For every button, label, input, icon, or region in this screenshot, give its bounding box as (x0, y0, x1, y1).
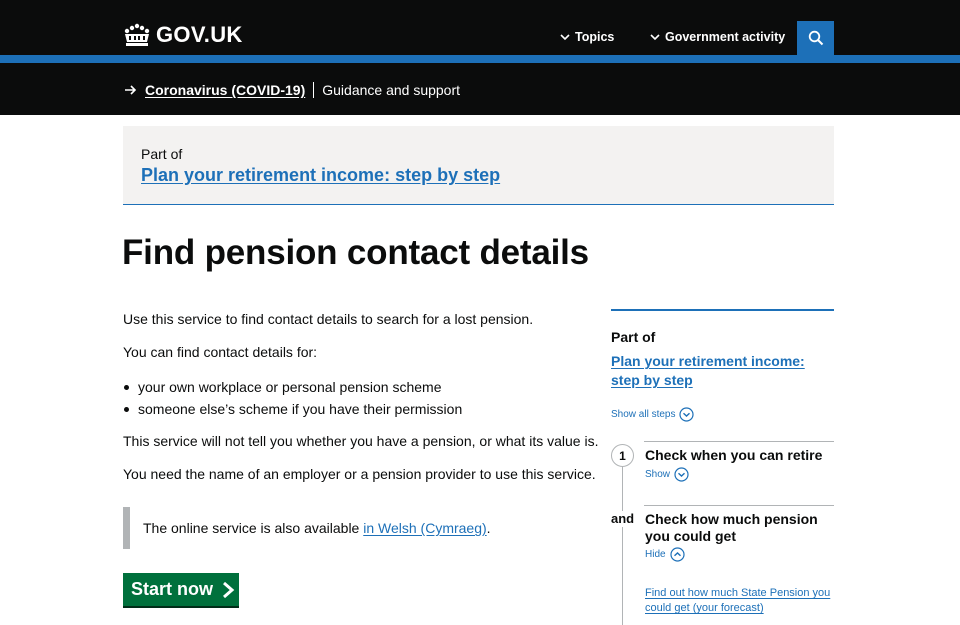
step-and-marker: and (611, 511, 635, 527)
step-by-step-sidebar: Part of Plan your retirement income: ste… (611, 309, 834, 625)
start-now-label: Start now (131, 579, 214, 599)
chevron-right-icon (223, 581, 235, 598)
step-2-title[interactable]: Check how much pension you could get (645, 511, 835, 545)
step-1-show-toggle[interactable]: Show (645, 467, 689, 482)
welsh-link[interactable]: in Welsh (Cymraeg) (363, 520, 486, 536)
nav-topics[interactable]: Topics (559, 28, 614, 46)
header-blue-stripe (0, 55, 960, 63)
step-1-title[interactable]: Check when you can retire (645, 447, 835, 464)
page-title: Find pension contact details (122, 233, 589, 272)
sidebar-step-by-step-link[interactable]: Plan your retirement income: step by ste… (611, 352, 834, 390)
site-header: GOV.UK Topics Government activity (0, 0, 960, 55)
crown-icon (124, 23, 150, 46)
state-pension-forecast-link[interactable]: Find out how much State Pension you coul… (645, 586, 835, 616)
list-item: someone else’s scheme if you have their … (123, 398, 462, 420)
not-tell-paragraph: This service will not tell you whether y… (123, 433, 599, 449)
search-icon (808, 30, 823, 46)
step-2-toggle-label: Hide (645, 549, 666, 560)
step-number: 1 (611, 444, 634, 467)
inset-text: The online service is also available (143, 520, 364, 536)
nav-government-activity-label: Government activity (665, 30, 786, 44)
step-divider (644, 505, 834, 506)
nav-topics-label: Topics (575, 30, 615, 44)
part-of-label: Part of (141, 146, 183, 162)
covid-banner-content: Coronavirus (COVID-19) Guidance and supp… (124, 81, 460, 99)
nav-government-activity[interactable]: Government activity (649, 28, 785, 46)
welsh-inset-text: The online service is also available in … (123, 507, 491, 549)
step-2-hide-toggle[interactable]: Hide (645, 547, 685, 562)
chevron-down-icon (650, 34, 660, 41)
step-1-toggle-label: Show (645, 469, 671, 480)
arrow-right-icon (125, 85, 137, 95)
govuk-logo-link[interactable]: GOV.UK (123, 23, 243, 47)
intro-paragraph: Use this service to find contact details… (123, 311, 534, 327)
covid-link[interactable]: Coronavirus (COVID-19) (145, 81, 305, 99)
can-find-paragraph: You can find contact details for: (123, 344, 318, 360)
chevron-down-icon (560, 34, 570, 41)
part-of-panel: Part of Plan your retirement income: ste… (123, 126, 834, 205)
chevron-down-circle-icon (679, 407, 695, 422)
chevron-up-circle-icon (669, 547, 685, 562)
step-divider (644, 441, 834, 442)
show-all-steps-button[interactable]: Show all steps (611, 407, 695, 422)
inset-text-end: . (486, 520, 491, 536)
show-all-steps-label: Show all steps (611, 409, 676, 420)
start-now-button[interactable]: Start now (123, 573, 239, 606)
contact-types-list: your own workplace or personal pension s… (123, 376, 462, 420)
covid-banner: Coronavirus (COVID-19) Guidance and supp… (0, 63, 960, 115)
search-button[interactable] (797, 21, 834, 55)
step-connector-line (622, 456, 623, 625)
covid-banner-text: Guidance and support (322, 82, 461, 98)
banner-separator (313, 82, 315, 98)
chevron-down-circle-icon (674, 467, 689, 482)
list-item: your own workplace or personal pension s… (123, 376, 462, 398)
sidebar-part-of-label: Part of (611, 329, 656, 345)
part-of-link[interactable]: Plan your retirement income: step by ste… (141, 163, 500, 187)
logo-text: GOV.UK (156, 22, 243, 47)
need-name-paragraph: You need the name of an employer or a pe… (123, 466, 596, 482)
